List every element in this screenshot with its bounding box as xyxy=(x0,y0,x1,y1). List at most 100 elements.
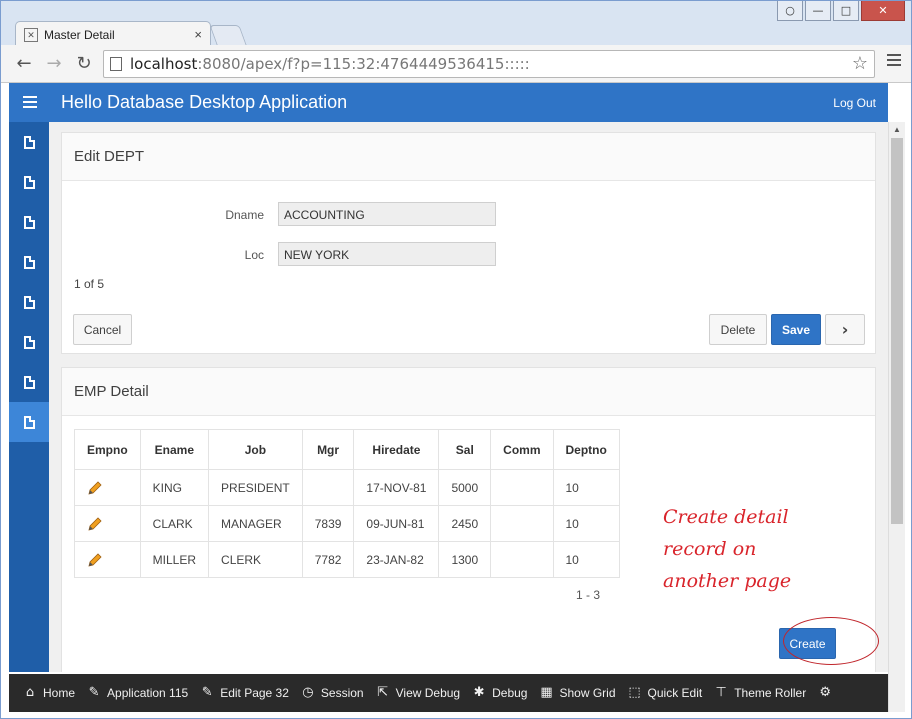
column-header[interactable]: Job xyxy=(208,429,303,470)
cell-hiredate: 23-JAN-82 xyxy=(353,541,440,578)
column-header[interactable]: Sal xyxy=(438,429,492,470)
record-counter: 1 of 5 xyxy=(74,277,105,291)
profile-button[interactable]: ○ xyxy=(777,1,803,21)
maximize-button[interactable]: □ xyxy=(833,1,859,21)
side-navigation xyxy=(9,122,49,672)
dev-label: Session xyxy=(320,686,364,700)
browser-window: ○ — □ ✕ ✕ Master Detail × ← → ↻ localhos… xyxy=(0,0,912,719)
cell-mgr xyxy=(301,469,355,506)
dev-debug-button[interactable]: ✱ Debug xyxy=(472,685,528,701)
back-arrow-icon[interactable]: ← xyxy=(13,53,35,75)
region-title: EMP Detail xyxy=(62,368,875,416)
dev-application-button[interactable]: ✎ Application 115 xyxy=(87,686,189,701)
tab-title: Master Detail xyxy=(44,27,115,42)
bookmark-star-icon[interactable]: ☆ xyxy=(852,53,868,74)
gear-icon: ⚙ xyxy=(819,685,832,700)
column-header[interactable]: Ename xyxy=(139,429,210,470)
cell-hiredate: 17-NOV-81 xyxy=(353,469,440,506)
edit-box-icon: ✎ xyxy=(201,685,213,700)
sidebar-item-5[interactable] xyxy=(9,282,49,322)
edit-link[interactable] xyxy=(74,505,141,542)
sidebar-item-3[interactable] xyxy=(9,202,49,242)
page-icon xyxy=(110,57,122,71)
dev-quick-edit-button[interactable]: ⬚ Quick Edit xyxy=(628,686,702,701)
column-header[interactable]: Mgr xyxy=(301,429,355,470)
column-header[interactable]: Deptno xyxy=(552,429,620,470)
pencil-icon[interactable] xyxy=(87,480,103,496)
scroll-up-icon[interactable]: ▲ xyxy=(889,122,905,138)
edit-link[interactable] xyxy=(74,541,141,578)
dev-view-debug-button[interactable]: ⇱ View Debug xyxy=(376,686,461,701)
browser-toolbar: ← → ↻ localhost:8080/apex/f?p=115:32:476… xyxy=(1,45,911,83)
address-bar[interactable]: localhost:8080/apex/f?p=115:32:476444953… xyxy=(103,50,875,78)
page-icon xyxy=(23,215,35,229)
cell-sal: 5000 xyxy=(438,469,492,506)
dev-label: View Debug xyxy=(395,686,461,700)
emp-table: Empno Ename Job Mgr Hiredate Sal Comm De… xyxy=(74,429,620,578)
column-header[interactable]: Empno xyxy=(74,429,141,470)
clock-icon: ◷ xyxy=(302,685,314,700)
sidebar-item-8-active[interactable] xyxy=(9,402,49,442)
cell-hiredate: 09-JUN-81 xyxy=(353,505,440,542)
browser-menu-icon[interactable] xyxy=(887,54,901,68)
scroll-thumb[interactable] xyxy=(891,138,903,524)
column-header[interactable]: Hiredate xyxy=(353,429,440,470)
dname-field[interactable]: ACCOUNTING xyxy=(278,202,496,226)
save-button[interactable]: Save xyxy=(771,314,821,345)
cell-deptno: 10 xyxy=(552,469,620,506)
page-icon xyxy=(23,135,35,149)
loc-label: Loc xyxy=(244,248,264,262)
page-icon xyxy=(23,415,35,429)
dev-session-button[interactable]: ◷ Session xyxy=(301,685,364,701)
forward-arrow-icon[interactable]: → xyxy=(43,53,65,75)
bug-icon: ✱ xyxy=(473,685,485,700)
table-row: CLARK MANAGER 7839 09-JUN-81 2450 10 xyxy=(74,505,620,542)
column-header[interactable]: Comm xyxy=(490,429,554,470)
cell-deptno: 10 xyxy=(552,505,620,542)
new-tab-button[interactable] xyxy=(209,25,247,45)
sidebar-item-1[interactable] xyxy=(9,122,49,162)
loc-field[interactable]: NEW YORK xyxy=(278,242,496,266)
dev-theme-roller-button[interactable]: ⊤ Theme Roller xyxy=(714,686,807,701)
sidebar-item-6[interactable] xyxy=(9,322,49,362)
window-controls: ○ — □ ✕ xyxy=(777,1,905,21)
dev-home-button[interactable]: ⌂ Home xyxy=(23,685,75,701)
edit-dept-region: Edit DEPT Dname ACCOUNTING Loc NEW YORK … xyxy=(61,132,876,354)
dev-label: Edit Page 32 xyxy=(220,686,289,700)
pencil-icon[interactable] xyxy=(87,516,103,532)
annotation-text: Create detail record on another page xyxy=(663,501,791,597)
reload-icon[interactable]: ↻ xyxy=(73,53,95,75)
vertical-scrollbar[interactable]: ▲ xyxy=(888,122,905,712)
sidebar-item-4[interactable] xyxy=(9,242,49,282)
close-window-button[interactable]: ✕ xyxy=(861,1,905,21)
delete-button[interactable]: Delete xyxy=(709,314,767,345)
edit-link[interactable] xyxy=(74,469,141,506)
dev-edit-page-button[interactable]: ✎ Edit Page 32 xyxy=(200,685,289,701)
minimize-button[interactable]: — xyxy=(805,1,831,21)
logout-link[interactable]: Log Out xyxy=(833,96,876,110)
dev-show-grid-button[interactable]: ▦ Show Grid xyxy=(539,685,615,701)
region-title: Edit DEPT xyxy=(62,133,875,181)
dev-label: Theme Roller xyxy=(734,686,807,700)
browser-tab[interactable]: ✕ Master Detail × xyxy=(15,21,211,47)
tab-close-icon[interactable]: × xyxy=(194,27,202,42)
app-header: Hello Database Desktop Application Log O… xyxy=(9,83,888,122)
next-record-button[interactable]: › xyxy=(825,314,865,345)
url-path: :8080/apex/f?p=115:32:4764449536415::::: xyxy=(197,55,530,73)
cell-deptno: 10 xyxy=(552,541,620,578)
sidebar-item-7[interactable] xyxy=(9,362,49,402)
home-icon: ⌂ xyxy=(25,685,35,700)
grid-icon: ▦ xyxy=(540,685,553,700)
chevron-right-icon: › xyxy=(841,320,849,339)
pencil-icon[interactable] xyxy=(87,552,103,568)
hamburger-menu-icon[interactable] xyxy=(23,96,37,111)
sidebar-item-2[interactable] xyxy=(9,162,49,202)
dname-label: Dname xyxy=(225,208,264,222)
developer-toolbar: ⌂ Home ✎ Application 115 ✎ Edit Page 32 ◷ Se… xyxy=(9,674,888,712)
cell-ename: MILLER xyxy=(139,541,210,578)
cell-job: PRESIDENT xyxy=(208,469,303,506)
dev-settings-button[interactable]: ⚙ xyxy=(818,686,838,700)
cancel-button[interactable]: Cancel xyxy=(73,314,132,345)
annotation-line: record on xyxy=(663,538,757,560)
cell-comm xyxy=(490,541,554,578)
